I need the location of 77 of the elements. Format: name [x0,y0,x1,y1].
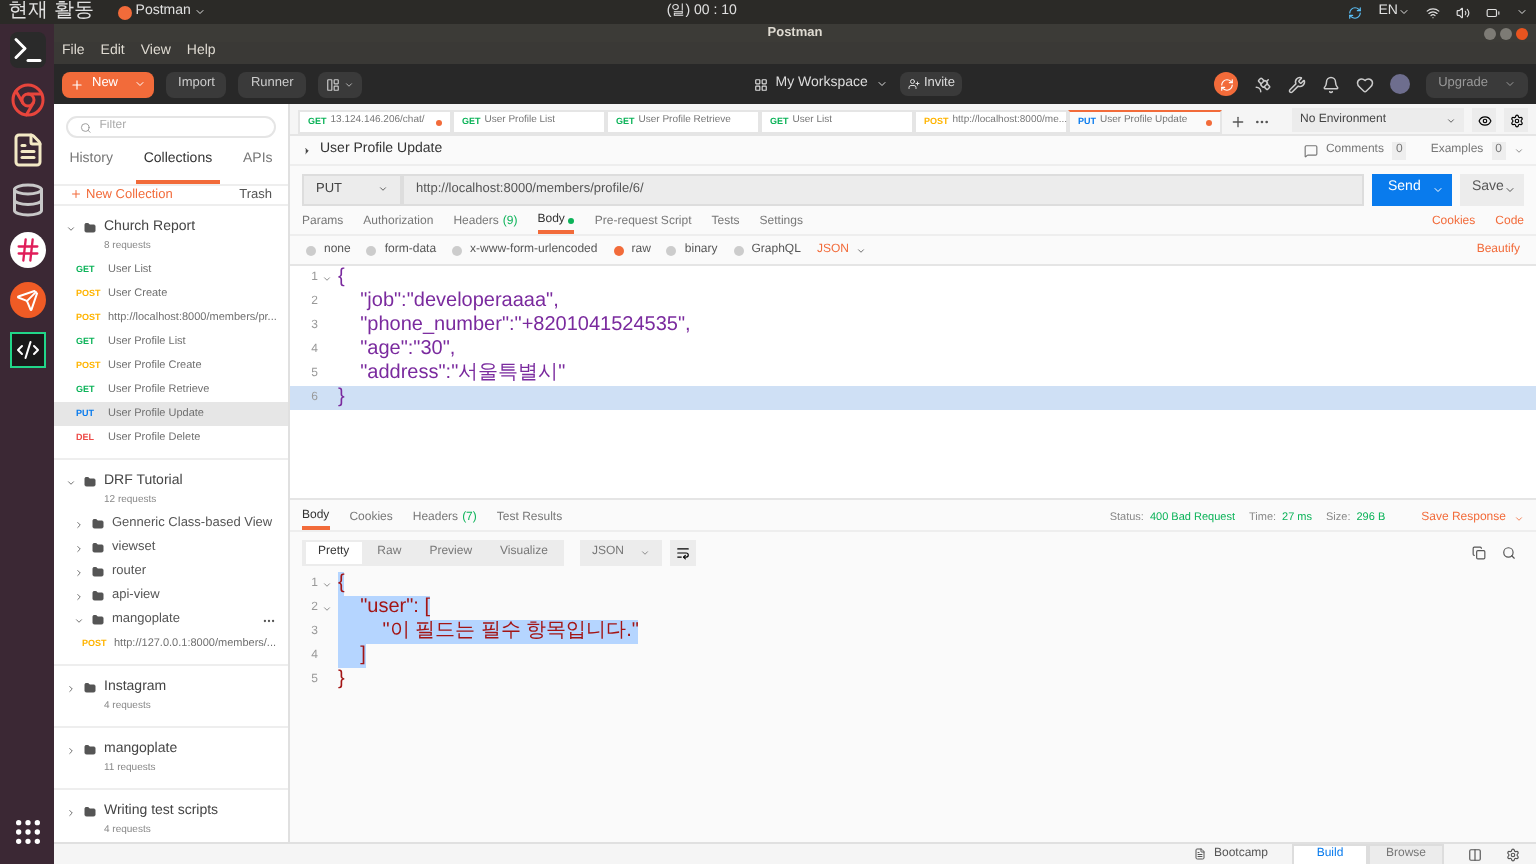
user-icon [907,78,920,90]
avatar-icon[interactable] [1390,74,1411,94]
grid-icon [753,77,768,91]
layout-icon[interactable] [1468,847,1482,861]
plus-icon[interactable] [1230,114,1246,130]
caret-icon [343,79,354,89]
caret-icon [66,478,76,489]
caret-icon [1398,6,1410,18]
folder-icon [92,518,104,531]
terminal-icon[interactable] [9,32,45,68]
volume-icon[interactable] [1456,5,1470,19]
database-icon[interactable] [9,182,45,218]
folder-icon [84,222,96,235]
folder-icon [84,806,96,819]
sync-icon [1219,77,1234,91]
eye-button[interactable] [1472,108,1496,132]
caret-icon [66,684,76,695]
eye-icon [1477,113,1491,127]
folder-icon [92,614,104,627]
caret-icon [74,591,84,602]
folder-icon [92,590,104,603]
caret-icon [66,746,76,757]
caret-icon [74,615,84,626]
caret-icon [1514,513,1524,523]
caret-icon [194,6,207,18]
caret-icon [1514,145,1524,155]
plus-icon [70,77,84,91]
caret-icon[interactable] [302,145,312,155]
caret-icon [74,519,84,530]
browser-icon[interactable] [9,82,45,118]
caret-icon [74,567,84,578]
caret-icon [66,224,76,235]
settings-button[interactable] [1504,108,1528,132]
caret-icon [1432,183,1444,195]
caret-icon [74,543,84,554]
code-line: } [338,668,345,692]
caret-icon [856,245,867,255]
heart-icon[interactable] [1356,75,1375,93]
comment-icon [1303,143,1318,157]
caret-icon [639,548,650,558]
wifi-icon[interactable] [1426,5,1440,19]
search-icon [80,121,92,133]
caret-icon [134,78,147,90]
folder-icon [84,476,96,489]
activities-label[interactable]: 현재 활동 [8,0,94,24]
window-icon [325,77,340,91]
folder-icon [84,682,96,695]
sync-icon[interactable] [1348,5,1363,19]
caret-icon [875,78,888,90]
folder-icon [92,542,104,555]
caret-icon [1504,78,1516,90]
plus-icon [70,188,82,201]
caret-icon [66,808,76,819]
minimize-button[interactable] [1484,27,1496,39]
notification-icon[interactable] [1322,75,1341,93]
maximize-button[interactable] [1500,27,1512,39]
settings-icon[interactable] [1506,847,1520,861]
wrap-button[interactable] [669,540,696,566]
new-window-button[interactable] [317,71,362,97]
caret-icon [1504,183,1516,195]
caret-icon[interactable] [1516,6,1528,18]
apps-grid-icon[interactable] [11,816,43,848]
folder-icon [84,744,96,757]
folder-icon [92,566,104,579]
app-icon [117,5,132,19]
copy-icon[interactable] [1472,546,1486,560]
satellite-icon[interactable] [1254,75,1273,93]
wrench-icon[interactable] [1288,75,1307,93]
wrap-icon [675,546,690,560]
settings-icon [1509,113,1523,127]
caret-icon [1446,115,1456,125]
text-editor-icon[interactable] [9,132,45,168]
close-button[interactable] [1516,27,1528,39]
sync-button[interactable] [1214,72,1239,96]
battery-icon[interactable] [1486,5,1500,19]
caret-icon [378,184,388,194]
search-icon[interactable] [1502,546,1516,560]
